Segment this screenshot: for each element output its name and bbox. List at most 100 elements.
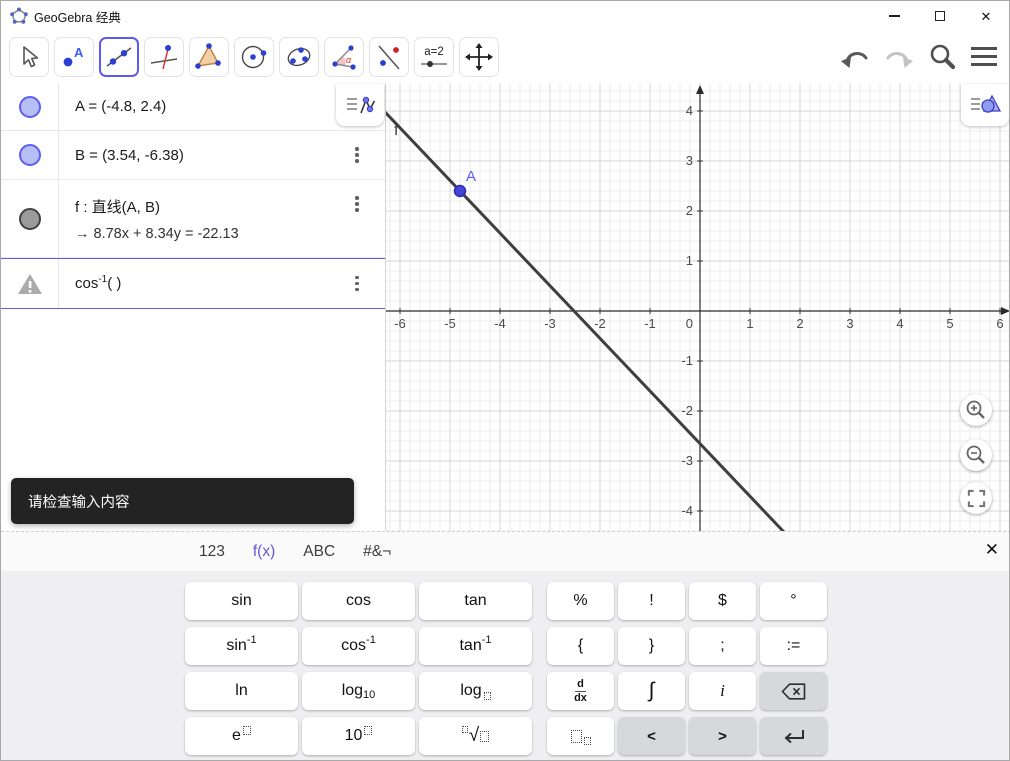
key-cos[interactable]: cos: [302, 582, 415, 620]
key-cursor-left[interactable]: <: [618, 717, 685, 755]
key-factorial[interactable]: !: [618, 582, 685, 620]
key-tan-inverse[interactable]: tan -1: [419, 627, 532, 665]
toast-message: 请检查输入内容: [11, 478, 354, 524]
key-integral[interactable]: ∫: [618, 672, 685, 710]
svg-text:a=2: a=2: [424, 46, 444, 58]
svg-text:α: α: [346, 55, 352, 65]
key-sin[interactable]: sin: [185, 582, 298, 620]
row-menu-B[interactable]: [351, 143, 363, 167]
tool-perpendicular-line-button[interactable]: [144, 37, 184, 77]
redo-button[interactable]: [884, 44, 914, 70]
kb-tab-123[interactable]: 123: [199, 541, 225, 563]
angle-tool-icon: α: [332, 45, 356, 70]
keyboard-close-button[interactable]: ✕: [985, 540, 999, 560]
svg-text:2: 2: [796, 316, 803, 331]
menu-button[interactable]: [971, 46, 997, 67]
kb-tab-fx[interactable]: f(x): [253, 541, 275, 563]
algebra-row-f[interactable]: f : 直线(A, B) → 8.78x + 8.34y = -22.13: [1, 180, 385, 258]
input-expression[interactable]: cos-1( ): [75, 274, 369, 292]
marker-column: [1, 259, 59, 308]
key-sin-inverse[interactable]: sin -1: [185, 627, 298, 665]
tool-polygon-button[interactable]: [189, 37, 229, 77]
key-enter[interactable]: [760, 717, 827, 755]
geogebra-logo-icon: [10, 7, 28, 24]
algebra-text-f: f : 直线(A, B): [75, 198, 161, 216]
algebra-text-A: A = (-4.8, 2.4): [75, 98, 167, 115]
tool-move-view-button[interactable]: [459, 37, 499, 77]
svg-text:1: 1: [686, 253, 693, 268]
zoom-out-icon: [966, 445, 985, 464]
key-cos-inverse[interactable]: cos -1: [302, 627, 415, 665]
tool-slider-button[interactable]: a=2: [414, 37, 454, 77]
polygon-tool-icon: [195, 43, 221, 69]
zoom-out-button[interactable]: [960, 439, 992, 471]
algebra-view: A = (-4.8, 2.4) B = (3.54, -6.38) f : 直线…: [1, 83, 386, 531]
line-f-label: f: [394, 122, 399, 139]
graphics-style-bar-button[interactable]: [961, 84, 1009, 126]
visibility-toggle-B[interactable]: [18, 144, 41, 166]
visibility-toggle-f[interactable]: [18, 207, 41, 230]
zoom-in-icon: [966, 400, 985, 419]
key-right-brace[interactable]: }: [618, 627, 685, 665]
key-ten-power-exponent[interactable]: 10: [302, 717, 415, 755]
algebra-text-B: B = (3.54, -6.38): [75, 146, 184, 164]
undo-button[interactable]: [840, 44, 870, 70]
tool-buttons: A α a=2: [9, 37, 499, 77]
tool-move-button[interactable]: [9, 37, 49, 77]
key-backspace[interactable]: [760, 672, 827, 710]
row-menu-f[interactable]: [351, 192, 363, 216]
minimize-button[interactable]: [871, 1, 917, 31]
maximize-button[interactable]: [917, 1, 963, 31]
key-subscript-template[interactable]: [547, 717, 614, 755]
kb-tab-abc[interactable]: ABC: [303, 541, 335, 563]
svg-text:-3: -3: [681, 453, 693, 468]
key-cursor-right[interactable]: >: [689, 717, 756, 755]
svg-text:-1: -1: [644, 316, 656, 331]
tool-conic-button[interactable]: [279, 37, 319, 77]
key-percent[interactable]: %: [547, 582, 614, 620]
key-definition[interactable]: :=: [760, 627, 827, 665]
algebra-style-bar-button[interactable]: [336, 84, 384, 126]
svg-text:-2: -2: [681, 403, 693, 418]
svg-text:4: 4: [896, 316, 903, 331]
search-button[interactable]: [928, 42, 957, 71]
keyboard-grid: sin cos tan sin -1 cos -1 tan -1 ln log 10 log e 10 √ %…: [185, 582, 827, 755]
tool-circle-button[interactable]: [234, 37, 274, 77]
kb-tab-symbols[interactable]: #&¬: [363, 541, 391, 563]
tool-line-button[interactable]: [99, 37, 139, 77]
zoom-in-button[interactable]: [960, 394, 992, 426]
key-semicolon[interactable]: ;: [689, 627, 756, 665]
close-button[interactable]: ✕: [963, 1, 1009, 31]
key-dollar[interactable]: $: [689, 582, 756, 620]
undo-icon: [841, 51, 868, 68]
window-title: GeoGebra 经典: [34, 10, 121, 25]
move-cursor-icon: [23, 46, 39, 68]
redo-icon: [886, 51, 913, 68]
point-A[interactable]: [453, 184, 467, 198]
maximize-icon: [935, 11, 945, 21]
toolbar: A α a=2: [1, 31, 1009, 83]
key-log-10[interactable]: log 10: [302, 672, 415, 710]
graphics-canvas[interactable]: -6 -5 -4 -3 -2 -1 1 2 3 4 5 6 -4 -3 -2 -1 1 2 3 4 0 f A: [386, 83, 1010, 531]
key-derivative[interactable]: d dx: [547, 672, 614, 710]
tool-angle-button[interactable]: α: [324, 37, 364, 77]
algebra-input-row[interactable]: cos-1( ): [1, 258, 385, 309]
tool-point-button[interactable]: A: [54, 37, 94, 77]
svg-text:-6: -6: [394, 316, 406, 331]
row-menu-input[interactable]: [351, 272, 363, 296]
key-imaginary-i[interactable]: i: [689, 672, 756, 710]
visibility-toggle-A[interactable]: [18, 95, 41, 118]
key-log-base[interactable]: log: [419, 672, 532, 710]
circle-tool-icon: [241, 45, 267, 69]
key-degree[interactable]: °: [760, 582, 827, 620]
key-tan[interactable]: tan: [419, 582, 532, 620]
key-e-power-exponent[interactable]: e: [185, 717, 298, 755]
key-left-brace[interactable]: {: [547, 627, 614, 665]
algebra-row-B[interactable]: B = (3.54, -6.38): [1, 131, 385, 180]
algebra-row-A[interactable]: A = (-4.8, 2.4): [1, 83, 385, 131]
key-nth-root[interactable]: √: [419, 717, 532, 755]
marker-column: [1, 180, 59, 257]
tool-reflect-button[interactable]: [369, 37, 409, 77]
fullscreen-button[interactable]: [960, 482, 992, 514]
key-ln[interactable]: ln: [185, 672, 298, 710]
